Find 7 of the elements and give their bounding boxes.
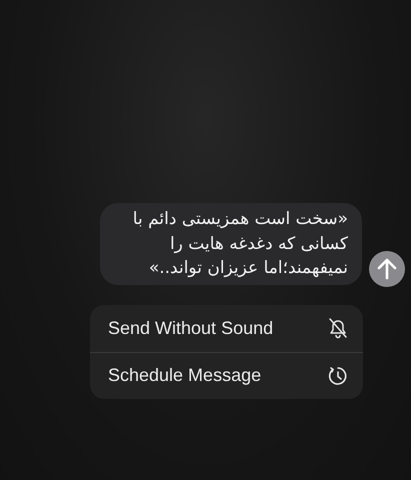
message-bubble: «سخت است همزیستی دائم با کسانی که دغدغه هایت را نمیفهمند؛اما عزیزان تواند..» [100, 203, 362, 284]
send-button[interactable] [369, 250, 405, 286]
arrow-up-icon [377, 258, 397, 280]
bell-slash-icon [327, 317, 349, 339]
menu-item[interactable]: Schedule Message [90, 352, 363, 398]
menu-item[interactable]: Send Without Sound [90, 304, 363, 352]
clock-icon [327, 364, 349, 386]
